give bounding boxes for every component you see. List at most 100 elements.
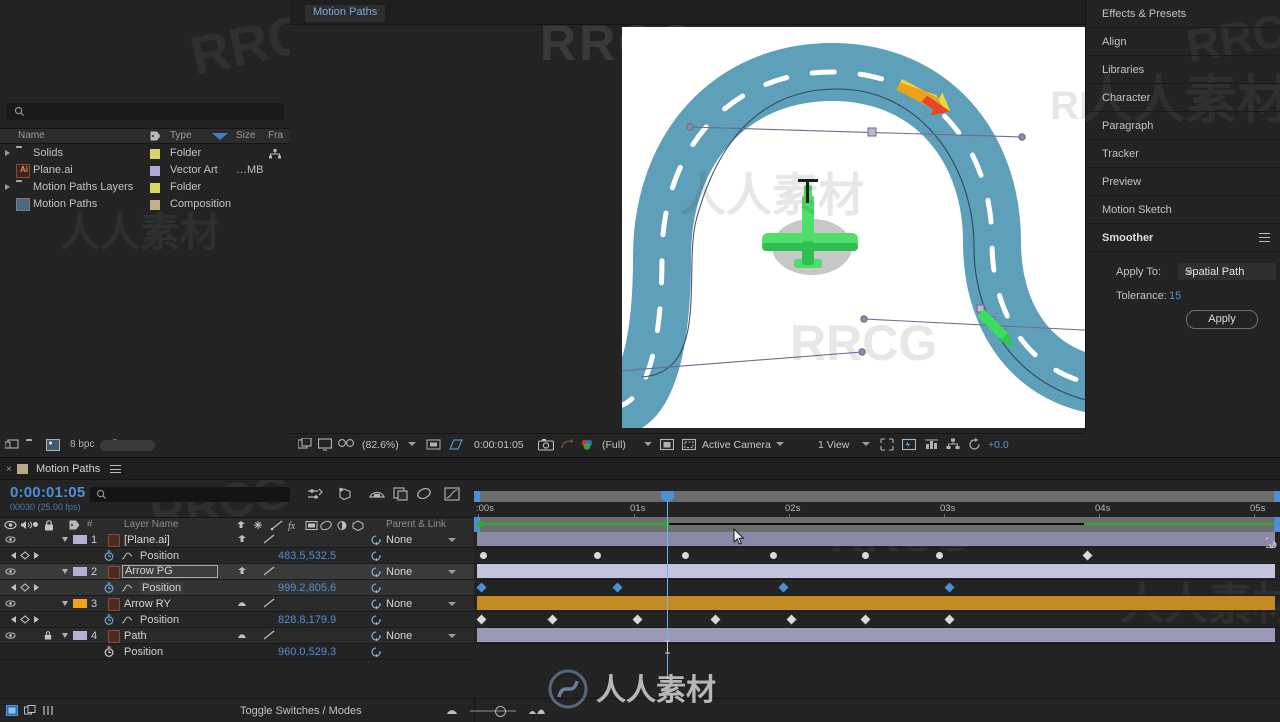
new-comp-icon[interactable] [5, 439, 19, 451]
property-row-position-4[interactable]: Position 960.0,529.3 [0, 644, 474, 660]
keyframe-marker[interactable] [1082, 550, 1093, 561]
label-swatch[interactable] [150, 200, 160, 210]
keyframe-marker[interactable] [480, 552, 487, 559]
timeline-search-input[interactable] [90, 487, 290, 502]
stopwatch-icon[interactable] [104, 550, 114, 561]
parent-chevron-down-icon[interactable] [448, 602, 456, 606]
mask-visibility-icon[interactable] [660, 438, 674, 451]
parent-value[interactable]: None [386, 566, 412, 578]
layer-row-arrow-ry[interactable]: 3 Arrow RY None [0, 596, 474, 612]
keyframe-marker[interactable] [682, 552, 689, 559]
motion-blur-toggle-icon[interactable] [42, 705, 54, 716]
track-row-keys-2[interactable] [474, 580, 1280, 596]
track-row-keys-1[interactable] [474, 548, 1280, 564]
keyframe-navigator[interactable] [5, 615, 45, 624]
property-value[interactable]: 960.0,529.3 [278, 646, 336, 658]
property-value[interactable]: 999.2,805.6 [278, 582, 336, 594]
graph-editor-property-icon[interactable] [121, 551, 133, 560]
frame-blend-toggle-icon[interactable] [24, 705, 36, 716]
graph-editor-icon[interactable] [443, 486, 461, 502]
parent-pickwhip-icon[interactable] [371, 535, 381, 545]
resolution-label[interactable]: (Full) [602, 439, 626, 451]
panel-effects-presets[interactable]: Effects & Presets [1086, 0, 1280, 28]
apply-to-select[interactable]: Spatial Path [1178, 263, 1276, 280]
disclosure-triangle-icon[interactable] [62, 569, 68, 574]
work-area-bar[interactable] [474, 491, 1280, 502]
layer-duration-bar[interactable] [477, 532, 1275, 546]
keyframe-marker[interactable] [786, 614, 797, 625]
parent-pickwhip-icon[interactable] [371, 599, 381, 609]
active-camera-label[interactable]: Active Camera [702, 439, 771, 451]
label-swatch[interactable] [150, 166, 160, 176]
panel-character[interactable]: Character [1086, 84, 1280, 112]
label-swatch[interactable] [150, 149, 160, 159]
zoom-chevron-down-icon[interactable] [408, 442, 416, 446]
layer-switch-group[interactable] [236, 534, 276, 545]
tolerance-value[interactable]: 15 [1169, 290, 1181, 302]
property-row-position-2[interactable]: Position 999.2,805.6 [0, 580, 474, 596]
keyframe-marker[interactable] [612, 582, 623, 593]
zoom-out-icon[interactable] [445, 707, 459, 715]
property-pickwhip-icon[interactable] [371, 647, 381, 657]
keyframe-marker[interactable] [778, 582, 789, 593]
project-item-motion-paths[interactable]: Motion Paths Composition [0, 196, 290, 213]
property-pickwhip-icon[interactable] [371, 551, 381, 561]
project-item-motion-paths-layers[interactable]: Motion Paths Layers Folder [0, 179, 290, 196]
solo-icon[interactable] [33, 522, 38, 527]
hide-shy-icon[interactable] [368, 486, 386, 502]
zoom-slider-knob[interactable] [495, 706, 506, 717]
layer-row-arrow-pg[interactable]: 2 Arrow PG None [0, 564, 474, 580]
view-layout-label[interactable]: 1 View [818, 439, 849, 451]
track-row-keys-3[interactable] [474, 612, 1280, 628]
keyframe-marker[interactable] [476, 614, 487, 625]
bit-depth-label[interactable]: 8 bpc [70, 439, 94, 450]
current-time-display[interactable]: 0:00:01:05 00030 (25.00 fps) [10, 484, 85, 512]
layer-duration-bar[interactable] [477, 564, 1275, 578]
keyframe-marker[interactable] [632, 614, 643, 625]
video-eye-icon[interactable] [5, 632, 16, 639]
property-row-position-1[interactable]: Position 483.5,532.5 [0, 548, 474, 564]
comp-end-handle[interactable] [1274, 517, 1280, 532]
layer-switch-group[interactable] [236, 566, 276, 577]
keyframe-marker[interactable] [770, 552, 777, 559]
work-area-end-handle[interactable] [1274, 491, 1280, 502]
view-layout-chevron-down-icon[interactable] [862, 442, 870, 446]
stopwatch-icon[interactable] [104, 614, 114, 625]
keyframe-navigator[interactable] [5, 583, 45, 592]
project-search-input[interactable] [6, 103, 284, 120]
viewer-time-label[interactable]: 0:00:01:05 [474, 439, 524, 451]
toggle-switches-modes-label[interactable]: Toggle Switches / Modes [240, 705, 362, 717]
layer-label-color[interactable] [73, 567, 87, 576]
track-row-layer-4[interactable] [474, 628, 1280, 644]
track-row-layer-2[interactable] [474, 564, 1280, 580]
timeline-track-area[interactable] [474, 532, 1280, 659]
exposure-value[interactable]: +0.0 [988, 439, 1009, 451]
close-icon[interactable]: × [6, 464, 12, 475]
work-area-start-handle[interactable] [474, 491, 480, 502]
graph-editor-property-icon[interactable] [121, 615, 133, 624]
project-item-solids[interactable]: Solids Folder [0, 145, 290, 162]
project-item-plane-ai[interactable]: Ai Plane.ai Vector Art …MB [0, 162, 290, 179]
layer-switch-group[interactable] [236, 598, 276, 609]
zoom-level-label[interactable]: (82.6%) [362, 439, 399, 451]
snapshot-icon[interactable] [538, 438, 554, 451]
panel-tracker[interactable]: Tracker [1086, 140, 1280, 168]
show-snapshot-icon[interactable] [560, 438, 574, 451]
title-safe-icon[interactable] [682, 438, 696, 451]
frame-blending-icon[interactable] [392, 486, 410, 502]
transparency-grid-icon[interactable] [448, 438, 463, 451]
keyframe-navigator[interactable] [5, 551, 45, 560]
keyframe-marker[interactable] [944, 582, 955, 593]
panel-libraries[interactable]: Libraries [1086, 56, 1280, 84]
parent-chevron-down-icon[interactable] [448, 634, 456, 638]
reset-exposure-icon[interactable] [968, 438, 982, 451]
property-pickwhip-icon[interactable] [371, 583, 381, 593]
tab-motion-paths[interactable]: Motion Paths [305, 5, 386, 22]
graph-editor-property-icon[interactable] [121, 583, 133, 592]
timeline-ruler[interactable]: :00s 01s 02s 03s 04s 05s [474, 491, 1280, 518]
disclosure-triangle-icon[interactable] [62, 537, 68, 542]
track-row-keys-4[interactable] [474, 644, 1280, 659]
monitor-icon[interactable] [318, 438, 332, 451]
keyframe-marker[interactable] [860, 614, 871, 625]
project-settings-icon[interactable] [46, 439, 60, 451]
